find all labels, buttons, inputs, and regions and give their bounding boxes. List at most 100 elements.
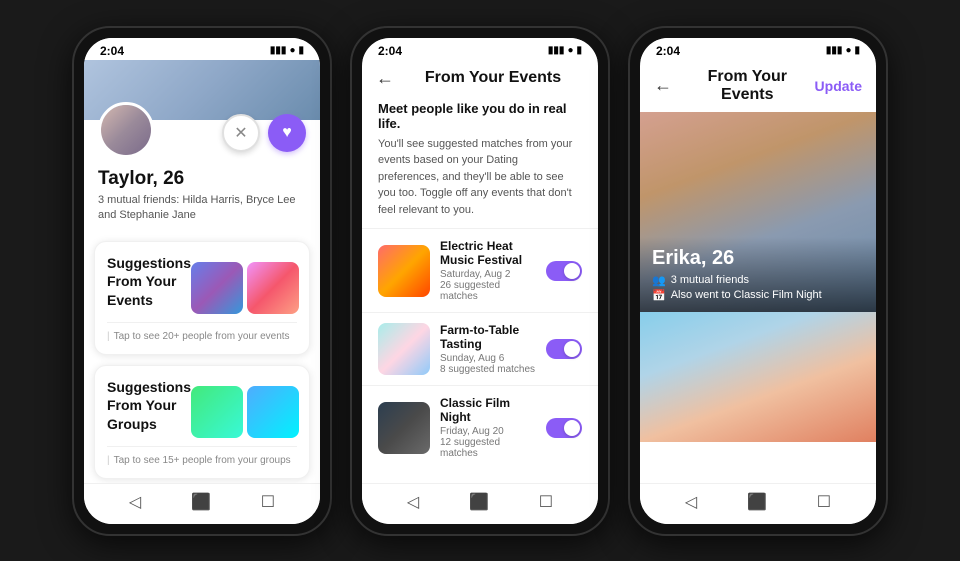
time-1: 2:04 xyxy=(100,44,124,58)
groups-tap-hint: Tap to see 15+ people from your groups xyxy=(107,446,297,466)
avatar-image xyxy=(101,105,151,155)
update-button-3[interactable]: Update xyxy=(815,78,862,94)
event-thumbnail-1 xyxy=(378,323,430,375)
mutual-friends-item: 👥 3 mutual friends xyxy=(652,274,864,287)
event-date-1: Sunday, Aug 6 xyxy=(440,353,536,364)
events-tap-hint: Tap to see 20+ people from your events xyxy=(107,322,297,342)
event-date-0: Saturday, Aug 2 xyxy=(440,269,536,280)
event-info-2: Classic Film Night Friday, Aug 20 12 sug… xyxy=(440,396,536,459)
status-bar-1: 2:04 ▮▮▮ ● ▮ xyxy=(84,38,320,60)
event-thumbnail-0 xyxy=(378,245,430,297)
status-icons-3: ▮▮▮ ● ▮ xyxy=(826,45,860,56)
group-thumbnails xyxy=(191,386,299,438)
status-bar-3: 2:04 ▮▮▮ ● ▮ xyxy=(640,38,876,60)
event-thumbnail-2 xyxy=(378,402,430,454)
recents-nav-icon-3[interactable]: ☐ xyxy=(817,492,831,512)
events-intro: Meet people like you do in real life. Yo… xyxy=(362,97,598,229)
people-icon: 👥 xyxy=(652,274,666,287)
status-icons-2: ▮▮▮ ● ▮ xyxy=(548,45,582,56)
signal-icon-3: ▮▮▮ xyxy=(826,45,843,56)
mutual-friends-text: 3 mutual friends xyxy=(671,274,749,286)
event-toggle-2[interactable] xyxy=(546,418,582,438)
phone2-content: ← From Your Events Meet people like you … xyxy=(362,60,598,483)
bottom-nav-3: ◁ ⬛ ☐ xyxy=(640,483,876,524)
time-3: 2:04 xyxy=(656,44,680,58)
event-thumbnails xyxy=(191,262,299,314)
group-thumb-2 xyxy=(247,386,299,438)
bottom-nav-1: ◁ ⬛ ☐ xyxy=(84,483,320,524)
wifi-icon-3: ● xyxy=(845,45,851,56)
phone-3: 2:04 ▮▮▮ ● ▮ ← From Your Events Update E… xyxy=(628,26,888,536)
home-nav-icon-1[interactable]: ⬛ xyxy=(191,492,211,512)
group-thumb-1 xyxy=(191,386,243,438)
event-item: 📅 Also went to Classic Film Night xyxy=(652,289,864,302)
back-nav-icon-1[interactable]: ◁ xyxy=(129,492,141,512)
profile3-name: Erika, 26 xyxy=(652,247,864,270)
photo2-image xyxy=(640,312,876,442)
phone-2: 2:04 ▮▮▮ ● ▮ ← From Your Events Meet peo… xyxy=(350,26,610,536)
suggestions-events-card[interactable]: SuggestionsFrom Your Events Tap to see 2… xyxy=(94,241,310,355)
home-nav-icon-2[interactable]: ⬛ xyxy=(469,492,489,512)
event-name-2: Classic Film Night xyxy=(440,396,536,424)
signal-icon-2: ▮▮▮ xyxy=(548,45,565,56)
nav-bar-2: ← From Your Events xyxy=(362,60,598,97)
profile-name: Taylor, 26 xyxy=(98,168,306,190)
recents-nav-icon-1[interactable]: ☐ xyxy=(261,492,275,512)
battery-icon-1: ▮ xyxy=(298,45,304,56)
battery-icon-2: ▮ xyxy=(576,45,582,56)
mutual-friends: 3 mutual friends: Hilda Harris, Bryce Le… xyxy=(98,193,306,224)
bottom-nav-2: ◁ ⬛ ☐ xyxy=(362,483,598,524)
home-nav-icon-3[interactable]: ⬛ xyxy=(747,492,767,512)
phones-container: 2:04 ▮▮▮ ● ▮ ✕ ♥ xyxy=(52,6,908,556)
events-intro-text: You'll see suggested matches from your e… xyxy=(378,136,582,219)
also-went-text: Also went to Classic Film Night xyxy=(671,289,822,301)
back-nav-icon-3[interactable]: ◁ xyxy=(685,492,697,512)
back-nav-icon-2[interactable]: ◁ xyxy=(407,492,419,512)
nav-title-3: From Your Events xyxy=(680,68,815,104)
profile3-meta: 👥 3 mutual friends 📅 Also went to Classi… xyxy=(652,274,864,302)
event-info-0: Electric Heat Music Festival Saturday, A… xyxy=(440,239,536,302)
profile3-overlay: Erika, 26 👥 3 mutual friends 📅 Also went… xyxy=(640,237,876,312)
suggestions-groups-card[interactable]: SuggestionsFrom Your Groups Tap to see 1… xyxy=(94,365,310,479)
nav-bar-3: ← From Your Events Update xyxy=(640,60,876,112)
event-item-1: Farm-to-Table Tasting Sunday, Aug 6 8 su… xyxy=(362,312,598,385)
wifi-icon-2: ● xyxy=(567,45,573,56)
event-thumb-1 xyxy=(191,262,243,314)
event-thumb-2 xyxy=(247,262,299,314)
status-icons-1: ▮▮▮ ● ▮ xyxy=(270,45,304,56)
profile-header: ✕ ♥ xyxy=(84,60,320,140)
like-button[interactable]: ♥ xyxy=(268,114,306,152)
phone1-content: ✕ ♥ Taylor, 26 3 mutual friends: Hilda H… xyxy=(84,60,320,483)
dismiss-button[interactable]: ✕ xyxy=(222,114,260,152)
profile-avatar xyxy=(98,102,154,158)
back-button-2[interactable]: ← xyxy=(376,68,394,89)
suggestions-groups-title: SuggestionsFrom Your Groups xyxy=(107,378,191,433)
action-buttons: ✕ ♥ xyxy=(222,114,306,152)
profile3-main-photo: Erika, 26 👥 3 mutual friends 📅 Also went… xyxy=(640,112,876,312)
signal-icon-1: ▮▮▮ xyxy=(270,45,287,56)
calendar-icon: 📅 xyxy=(652,289,666,302)
phone3-content: ← From Your Events Update Erika, 26 👥 3 … xyxy=(640,60,876,483)
events-intro-title: Meet people like you do in real life. xyxy=(378,101,582,131)
event-matches-2: 12 suggested matches xyxy=(440,437,536,459)
event-date-2: Friday, Aug 20 xyxy=(440,426,536,437)
suggestions-events-title: SuggestionsFrom Your Events xyxy=(107,254,191,309)
event-toggle-1[interactable] xyxy=(546,339,582,359)
nav-title-2: From Your Events xyxy=(402,69,584,87)
event-matches-1: 8 suggested matches xyxy=(440,364,536,375)
recents-nav-icon-2[interactable]: ☐ xyxy=(539,492,553,512)
event-info-1: Farm-to-Table Tasting Sunday, Aug 6 8 su… xyxy=(440,323,536,375)
back-button-3[interactable]: ← xyxy=(654,75,672,96)
wifi-icon-1: ● xyxy=(289,45,295,56)
event-item-0: Electric Heat Music Festival Saturday, A… xyxy=(362,228,598,312)
status-bar-2: 2:04 ▮▮▮ ● ▮ xyxy=(362,38,598,60)
phone-1: 2:04 ▮▮▮ ● ▮ ✕ ♥ xyxy=(72,26,332,536)
event-item-2: Classic Film Night Friday, Aug 20 12 sug… xyxy=(362,385,598,469)
event-name-0: Electric Heat Music Festival xyxy=(440,239,536,267)
event-name-1: Farm-to-Table Tasting xyxy=(440,323,536,351)
event-toggle-0[interactable] xyxy=(546,261,582,281)
time-2: 2:04 xyxy=(378,44,402,58)
profile3-second-photo xyxy=(640,312,876,442)
battery-icon-3: ▮ xyxy=(854,45,860,56)
event-matches-0: 26 suggested matches xyxy=(440,280,536,302)
